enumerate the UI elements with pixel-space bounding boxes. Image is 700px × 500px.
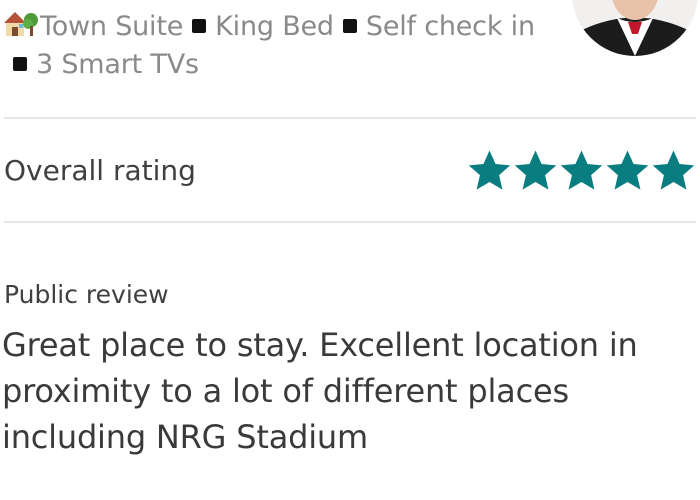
overall-rating-label: Overall rating (4, 154, 196, 187)
host-avatar[interactable] (572, 0, 698, 56)
house-with-tree-icon (4, 12, 38, 36)
separator-square-icon (13, 57, 27, 71)
separator-square-icon (342, 19, 357, 33)
listing-detail-room: Town Suite (40, 11, 184, 42)
separator-square-icon (192, 19, 207, 33)
star-icon (652, 150, 695, 190)
star-icon (560, 150, 603, 190)
public-review-label: Public review (4, 280, 169, 309)
divider (4, 117, 696, 119)
avatar-image (572, 0, 698, 56)
listing-detail-bed: King Bed (215, 11, 334, 42)
star-icon (514, 150, 557, 190)
star-rating (466, 147, 696, 197)
star-icon (468, 150, 511, 190)
star-icon (606, 150, 649, 190)
listing-detail-tvs: 3 Smart TVs (36, 49, 199, 80)
listing-details: Town Suite King Bed Self check in 3 Smart T… (4, 8, 564, 84)
listing-detail-checkin: Self check in (365, 11, 535, 42)
public-review-text: Great place to stay. Excellent location … (2, 326, 638, 456)
divider (4, 221, 696, 223)
